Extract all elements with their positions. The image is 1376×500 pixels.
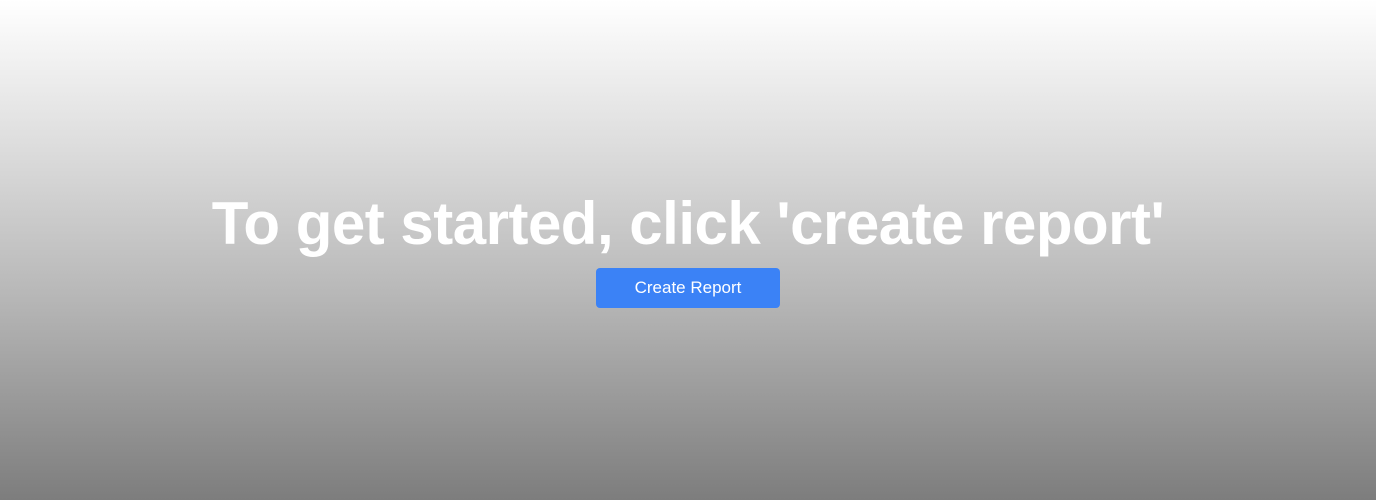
create-report-button[interactable]: Create Report <box>596 268 780 308</box>
empty-state-hero: To get started, click 'create report' Cr… <box>0 0 1376 500</box>
page-headline: To get started, click 'create report' <box>211 190 1165 257</box>
